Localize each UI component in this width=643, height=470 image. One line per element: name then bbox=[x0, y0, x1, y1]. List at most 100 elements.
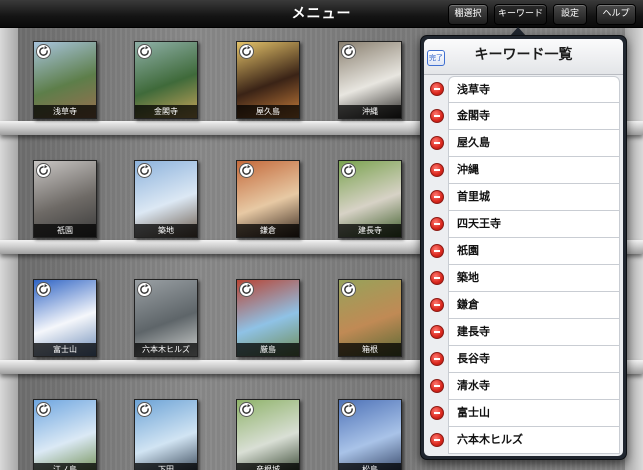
album-cover[interactable]: 六本木ヒルズ bbox=[134, 279, 198, 357]
keyword-row[interactable]: 建長寺 bbox=[424, 319, 623, 346]
delete-icon[interactable] bbox=[430, 433, 444, 447]
keyword-row[interactable]: 祇園 bbox=[424, 238, 623, 265]
album-cover[interactable]: 彦根城 bbox=[236, 399, 300, 470]
keyword-row[interactable]: 六本木ヒルズ bbox=[424, 427, 623, 454]
refresh-icon[interactable] bbox=[239, 282, 254, 297]
refresh-icon[interactable] bbox=[137, 282, 152, 297]
keyword-label: 屋久島 bbox=[448, 130, 620, 157]
album-cover[interactable]: 建長寺 bbox=[338, 160, 402, 238]
album-label: 金閣寺 bbox=[135, 105, 197, 118]
popover-title: キーワード一覧 bbox=[474, 47, 573, 63]
keyword-label: 首里城 bbox=[448, 184, 620, 211]
keyword-row[interactable]: 首里城 bbox=[424, 184, 623, 211]
keyword-label: 鎌倉 bbox=[448, 292, 620, 319]
album-cover[interactable]: 下田 bbox=[134, 399, 198, 470]
shelf-select-button[interactable]: 棚選択 bbox=[448, 4, 488, 25]
keyword-label: 清水寺 bbox=[448, 373, 620, 400]
delete-icon[interactable] bbox=[430, 298, 444, 312]
refresh-icon[interactable] bbox=[239, 163, 254, 178]
keyword-list[interactable]: 浅草寺 金閣寺 屋久島 沖縄 首里城 四天王寺 祇園 築地 鎌倉 建長寺 長谷寺 清水寺 富士山 六本木ヒ… bbox=[424, 76, 623, 456]
keyword-row[interactable]: 屋久島 bbox=[424, 130, 623, 157]
keyword-popover-body: キーワード一覧 完了 浅草寺 金閣寺 屋久島 沖縄 首里城 四天王寺 祇園 築地 鎌倉 建長寺 長谷… bbox=[424, 39, 623, 456]
keyword-label: 沖縄 bbox=[448, 157, 620, 184]
delete-icon[interactable] bbox=[430, 163, 444, 177]
album-label: 屋久島 bbox=[237, 105, 299, 118]
keyword-label: 浅草寺 bbox=[448, 76, 620, 103]
keyword-row[interactable]: 富士山 bbox=[424, 400, 623, 427]
refresh-icon[interactable] bbox=[341, 44, 356, 59]
album-cover[interactable]: 浅草寺 bbox=[33, 41, 97, 119]
keyword-row[interactable]: 清水寺 bbox=[424, 373, 623, 400]
album-cover[interactable]: 沖縄 bbox=[338, 41, 402, 119]
keyword-label: 四天王寺 bbox=[448, 211, 620, 238]
help-button[interactable]: ヘルプ bbox=[596, 4, 636, 25]
keyword-label: 長谷寺 bbox=[448, 346, 620, 373]
album-cover[interactable]: 厳島 bbox=[236, 279, 300, 357]
keyword-row[interactable]: 鎌倉 bbox=[424, 292, 623, 319]
album-label: 浅草寺 bbox=[34, 105, 96, 118]
album-cover[interactable]: 屋久島 bbox=[236, 41, 300, 119]
album-cover[interactable]: 富士山 bbox=[33, 279, 97, 357]
keyword-row[interactable]: 金閣寺 bbox=[424, 103, 623, 130]
done-button[interactable]: 完了 bbox=[427, 50, 445, 66]
album-cover[interactable]: 江ノ島 bbox=[33, 399, 97, 470]
keyword-button[interactable]: キーワード bbox=[494, 4, 547, 25]
keyword-label: 建長寺 bbox=[448, 319, 620, 346]
refresh-icon[interactable] bbox=[341, 402, 356, 417]
album-label: 松島 bbox=[339, 463, 401, 470]
refresh-icon[interactable] bbox=[341, 163, 356, 178]
keyword-label: 金閣寺 bbox=[448, 103, 620, 130]
album-cover[interactable]: 祇園 bbox=[33, 160, 97, 238]
delete-icon[interactable] bbox=[430, 325, 444, 339]
delete-icon[interactable] bbox=[430, 82, 444, 96]
refresh-icon[interactable] bbox=[36, 163, 51, 178]
album-label: 彦根城 bbox=[237, 463, 299, 470]
refresh-icon[interactable] bbox=[239, 402, 254, 417]
album-label: 六本木ヒルズ bbox=[135, 343, 197, 356]
delete-icon[interactable] bbox=[430, 190, 444, 204]
refresh-icon[interactable] bbox=[36, 282, 51, 297]
album-cover[interactable]: 築地 bbox=[134, 160, 198, 238]
keyword-label: 築地 bbox=[448, 265, 620, 292]
refresh-icon[interactable] bbox=[36, 44, 51, 59]
delete-icon[interactable] bbox=[430, 352, 444, 366]
keyword-row[interactable]: 長谷寺 bbox=[424, 346, 623, 373]
delete-icon[interactable] bbox=[430, 136, 444, 150]
album-label: 沖縄 bbox=[339, 105, 401, 118]
top-navigation-bar: メニュー 棚選択 キーワード 設定 ヘルプ bbox=[0, 0, 643, 28]
keyword-label: 六本木ヒルズ bbox=[448, 427, 620, 454]
keyword-row[interactable]: 沖縄 bbox=[424, 157, 623, 184]
refresh-icon[interactable] bbox=[137, 402, 152, 417]
delete-icon[interactable] bbox=[430, 217, 444, 231]
popover-header: キーワード一覧 完了 bbox=[424, 39, 623, 75]
album-label: 下田 bbox=[135, 463, 197, 470]
keyword-row[interactable]: 浅草寺 bbox=[424, 76, 623, 103]
keyword-label: 富士山 bbox=[448, 400, 620, 427]
delete-icon[interactable] bbox=[430, 379, 444, 393]
delete-icon[interactable] bbox=[430, 109, 444, 123]
refresh-icon[interactable] bbox=[341, 282, 356, 297]
album-label: 箱根 bbox=[339, 343, 401, 356]
album-label: 築地 bbox=[135, 224, 197, 237]
album-label: 建長寺 bbox=[339, 224, 401, 237]
keyword-row[interactable]: 築地 bbox=[424, 265, 623, 292]
album-cover[interactable]: 鎌倉 bbox=[236, 160, 300, 238]
refresh-icon[interactable] bbox=[239, 44, 254, 59]
delete-icon[interactable] bbox=[430, 244, 444, 258]
keyword-row[interactable]: 四天王寺 bbox=[424, 211, 623, 238]
album-cover[interactable]: 箱根 bbox=[338, 279, 402, 357]
album-cover[interactable]: 金閣寺 bbox=[134, 41, 198, 119]
refresh-icon[interactable] bbox=[137, 163, 152, 178]
delete-icon[interactable] bbox=[430, 271, 444, 285]
delete-icon[interactable] bbox=[430, 406, 444, 420]
settings-button[interactable]: 設定 bbox=[553, 4, 587, 25]
album-label: 江ノ島 bbox=[34, 463, 96, 470]
refresh-icon[interactable] bbox=[137, 44, 152, 59]
album-label: 祇園 bbox=[34, 224, 96, 237]
album-label: 富士山 bbox=[34, 343, 96, 356]
keyword-label: 祇園 bbox=[448, 238, 620, 265]
album-label: 鎌倉 bbox=[237, 224, 299, 237]
refresh-icon[interactable] bbox=[36, 402, 51, 417]
keyword-popover: キーワード一覧 完了 浅草寺 金閣寺 屋久島 沖縄 首里城 四天王寺 祇園 築地 鎌倉 建長寺 長谷… bbox=[420, 35, 627, 460]
album-cover[interactable]: 松島 bbox=[338, 399, 402, 470]
